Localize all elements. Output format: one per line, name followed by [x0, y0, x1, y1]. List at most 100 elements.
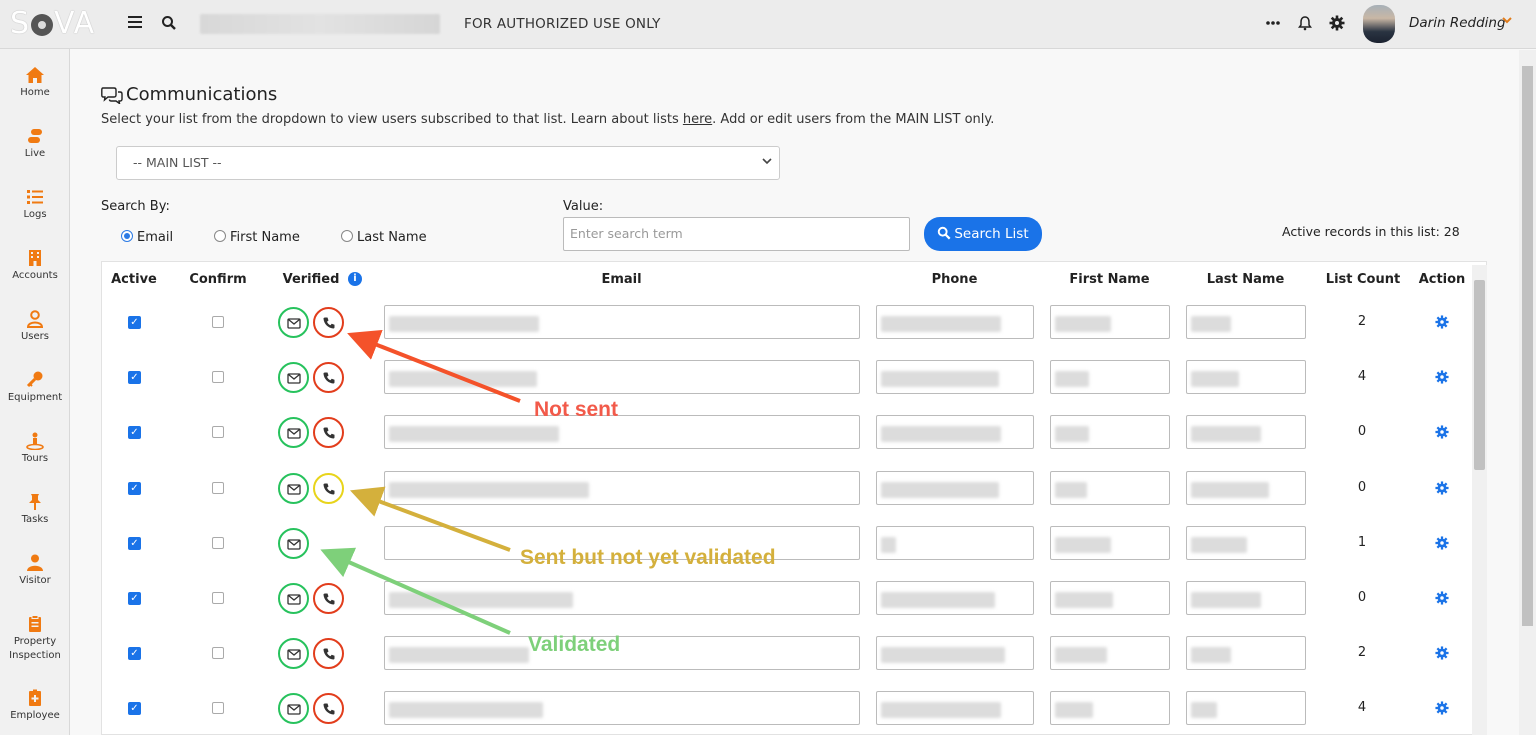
sidebar-item-tours[interactable]: Tours	[0, 432, 69, 466]
row-settings-gear-icon[interactable]	[1435, 590, 1449, 609]
last-name-field[interactable]	[1186, 305, 1306, 339]
first-name-field[interactable]	[1050, 581, 1170, 615]
last-name-field[interactable]	[1186, 415, 1306, 450]
radio-button[interactable]	[214, 230, 226, 242]
radio-button[interactable]	[341, 230, 353, 242]
radio-first-name[interactable]: First Name	[214, 230, 300, 245]
confirm-checkbox[interactable]	[212, 592, 224, 604]
email-field[interactable]	[384, 581, 860, 615]
active-checkbox[interactable]: ✓	[128, 702, 141, 716]
confirm-checkbox[interactable]	[212, 316, 224, 328]
phone-verify-status-icon[interactable]	[313, 638, 344, 670]
last-name-field[interactable]	[1186, 581, 1306, 615]
phone-verify-status-icon[interactable]	[313, 417, 344, 449]
confirm-checkbox[interactable]	[212, 647, 224, 660]
email-field[interactable]	[384, 305, 860, 339]
search-icon[interactable]	[160, 15, 178, 33]
active-checkbox[interactable]: ✓	[128, 592, 141, 605]
last-name-field[interactable]	[1186, 691, 1306, 726]
active-checkbox[interactable]: ✓	[128, 647, 141, 661]
email-field[interactable]	[384, 691, 860, 726]
chevron-down-icon[interactable]	[1502, 14, 1512, 28]
email-field[interactable]	[384, 360, 860, 395]
email-field[interactable]	[384, 470, 860, 505]
user-avatar[interactable]	[1363, 5, 1395, 43]
hamburger-icon[interactable]	[127, 15, 145, 33]
phone-field[interactable]	[876, 360, 1034, 395]
sova-logo[interactable]: S VA	[10, 6, 95, 41]
phone-verify-status-icon[interactable]	[313, 307, 344, 338]
lists-help-link[interactable]: here	[683, 112, 712, 127]
email-verify-status-icon[interactable]	[278, 307, 309, 338]
sidebar-item-live[interactable]: Live	[0, 127, 69, 161]
search-input[interactable]: Enter search term	[563, 217, 910, 251]
sidebar-item-logs[interactable]: Logs	[0, 188, 69, 222]
radio-email[interactable]: Email	[121, 230, 173, 245]
active-checkbox[interactable]: ✓	[128, 426, 141, 440]
row-settings-gear-icon[interactable]	[1435, 700, 1449, 719]
sidebar-item-home[interactable]: Home	[0, 66, 69, 100]
user-name[interactable]: Darin Redding	[1409, 15, 1506, 31]
row-settings-gear-icon[interactable]	[1435, 535, 1449, 554]
phone-verify-status-icon[interactable]	[313, 472, 344, 504]
sidebar-item-equipment[interactable]: Equipment	[0, 371, 69, 405]
active-checkbox[interactable]: ✓	[128, 371, 141, 385]
sidebar-item-employee[interactable]: Employee	[0, 689, 69, 723]
row-settings-gear-icon[interactable]	[1435, 480, 1449, 499]
phone-field[interactable]	[876, 636, 1034, 671]
list-select[interactable]: -- MAIN LIST --	[116, 146, 780, 180]
phone-field[interactable]	[876, 470, 1034, 505]
confirm-checkbox[interactable]	[212, 371, 224, 384]
radio-button[interactable]	[121, 230, 133, 242]
phone-verify-status-icon[interactable]	[313, 362, 344, 394]
confirm-checkbox[interactable]	[212, 481, 224, 494]
phone-field[interactable]	[876, 581, 1034, 615]
first-name-field[interactable]	[1050, 305, 1170, 339]
first-name-field[interactable]	[1050, 525, 1170, 560]
sidebar-item-property-inspection[interactable]: Property Inspection	[0, 615, 69, 663]
email-verify-status-icon[interactable]	[278, 362, 309, 394]
email-field[interactable]	[384, 636, 860, 671]
confirm-checkbox[interactable]	[212, 426, 224, 439]
email-verify-status-icon[interactable]	[278, 583, 309, 614]
row-settings-gear-icon[interactable]	[1435, 314, 1449, 333]
radio-last-name[interactable]: Last Name	[341, 230, 427, 245]
table-scrollbar-thumb[interactable]	[1474, 280, 1485, 470]
confirm-checkbox[interactable]	[212, 702, 224, 715]
row-settings-gear-icon[interactable]	[1435, 645, 1449, 664]
email-verify-status-icon[interactable]	[278, 472, 309, 504]
phone-verify-status-icon[interactable]	[313, 583, 344, 614]
phone-field[interactable]	[876, 525, 1034, 560]
row-settings-gear-icon[interactable]	[1435, 369, 1449, 388]
email-field[interactable]	[384, 415, 860, 450]
page-scrollbar-thumb[interactable]	[1522, 66, 1533, 626]
phone-field[interactable]	[876, 415, 1034, 450]
bell-icon[interactable]	[1296, 15, 1314, 33]
confirm-checkbox[interactable]	[212, 536, 224, 549]
email-verify-status-icon[interactable]	[278, 638, 309, 670]
sidebar-item-visitor[interactable]: Visitor	[0, 554, 69, 588]
phone-field[interactable]	[876, 691, 1034, 726]
last-name-field[interactable]	[1186, 525, 1306, 560]
last-name-field[interactable]	[1186, 636, 1306, 671]
email-verify-status-icon[interactable]	[278, 527, 309, 559]
phone-field[interactable]	[876, 305, 1034, 339]
first-name-field[interactable]	[1050, 691, 1170, 726]
settings-gear-icon[interactable]	[1328, 15, 1346, 33]
active-checkbox[interactable]: ✓	[128, 316, 141, 329]
active-checkbox[interactable]: ✓	[128, 481, 141, 495]
last-name-field[interactable]	[1186, 470, 1306, 505]
search-list-button[interactable]: Search List	[924, 217, 1042, 251]
first-name-field[interactable]	[1050, 415, 1170, 450]
sidebar-item-tasks[interactable]: Tasks	[0, 493, 69, 527]
email-verify-status-icon[interactable]	[278, 693, 309, 725]
first-name-field[interactable]	[1050, 470, 1170, 505]
row-settings-gear-icon[interactable]	[1435, 424, 1449, 443]
first-name-field[interactable]	[1050, 360, 1170, 395]
sidebar-item-users[interactable]: Users	[0, 310, 69, 344]
more-icon[interactable]	[1264, 15, 1282, 33]
info-icon[interactable]: i	[348, 272, 362, 286]
first-name-field[interactable]	[1050, 636, 1170, 671]
email-verify-status-icon[interactable]	[278, 417, 309, 449]
phone-verify-status-icon[interactable]	[313, 693, 344, 725]
